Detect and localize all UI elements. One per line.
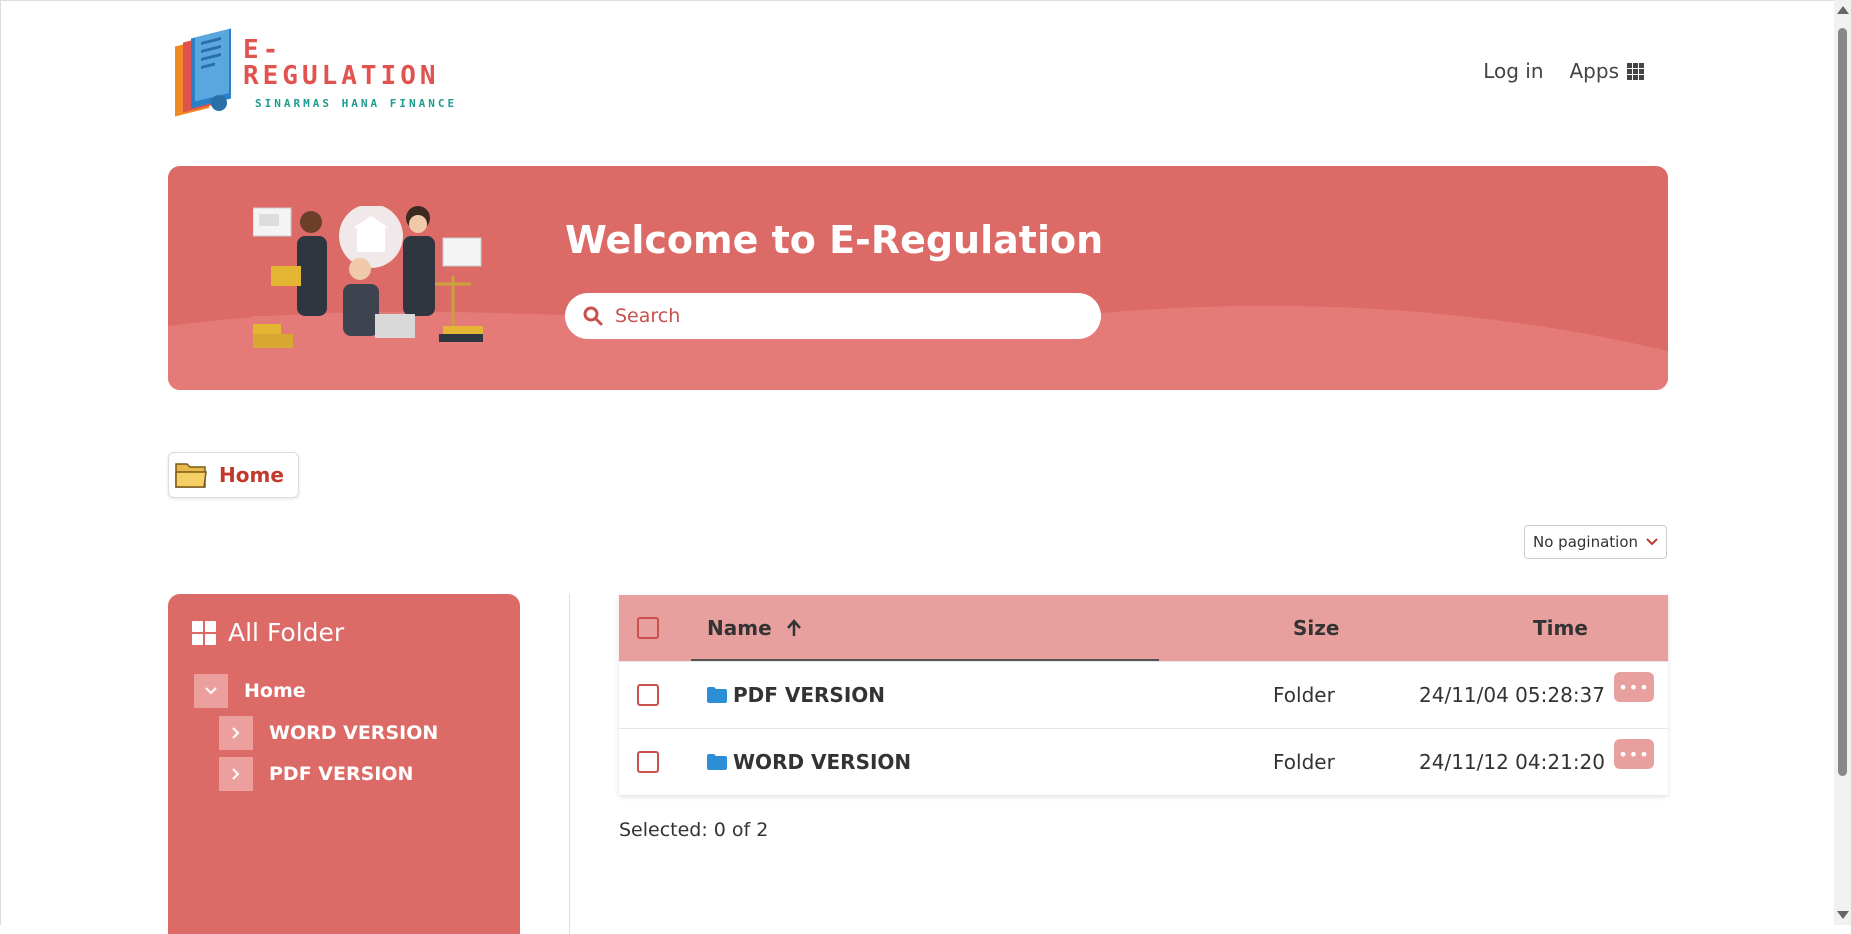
top-nav: Log in Apps bbox=[1483, 59, 1644, 83]
logo-subtitle: SINARMAS HANA FINANCE bbox=[255, 96, 458, 110]
windows-grid-icon bbox=[192, 620, 216, 645]
search-box[interactable] bbox=[565, 293, 1101, 339]
pagination-select[interactable]: No pagination bbox=[1524, 525, 1667, 559]
apps-menu[interactable]: Apps bbox=[1569, 59, 1644, 83]
pagination-value: No pagination bbox=[1533, 533, 1638, 551]
row-size: Folder bbox=[1273, 683, 1335, 707]
table-header: Name Size Time bbox=[619, 595, 1668, 661]
folder-open-icon bbox=[175, 463, 207, 488]
select-all-checkbox[interactable] bbox=[637, 617, 659, 639]
tree-item-label: PDF VERSION bbox=[269, 763, 414, 785]
folder-icon bbox=[707, 754, 727, 770]
row-time: 24/11/04 05:28:37 bbox=[1419, 683, 1606, 707]
scroll-up-arrow-icon[interactable] bbox=[1837, 6, 1849, 14]
logo-book-icon bbox=[173, 25, 237, 121]
breadcrumb-label: Home bbox=[219, 463, 284, 487]
search-input[interactable] bbox=[613, 304, 1077, 328]
chevron-right-icon[interactable] bbox=[219, 757, 253, 791]
row-name[interactable]: PDF VERSION bbox=[733, 683, 885, 707]
folder-sidebar: All Folder Home WORD VERSION PDF VERSION bbox=[168, 594, 520, 934]
more-options-button[interactable]: ••• bbox=[1614, 739, 1654, 769]
tree-item-pdf-version[interactable]: PDF VERSION bbox=[219, 757, 413, 791]
size-column-header[interactable]: Size bbox=[1293, 595, 1339, 661]
selection-count: Selected: 0 of 2 bbox=[619, 819, 769, 841]
folder-icon bbox=[707, 687, 727, 703]
search-icon bbox=[583, 306, 603, 326]
tree-item-home[interactable]: Home bbox=[194, 674, 306, 708]
chevron-down-icon bbox=[1646, 538, 1658, 546]
time-header-label: Time bbox=[1533, 616, 1588, 640]
arrow-up-icon bbox=[786, 619, 801, 636]
row-size: Folder bbox=[1273, 750, 1335, 774]
divider bbox=[569, 594, 570, 934]
sidebar-header: All Folder bbox=[192, 618, 344, 647]
tree-item-label: WORD VERSION bbox=[269, 722, 439, 744]
apps-label: Apps bbox=[1569, 59, 1620, 83]
banner-title: Welcome to E-Regulation bbox=[565, 218, 1104, 262]
legal-team-illustration bbox=[253, 206, 489, 356]
tree-item-label: Home bbox=[244, 680, 306, 702]
scroll-down-arrow-icon[interactable] bbox=[1837, 911, 1849, 919]
breadcrumb-home[interactable]: Home bbox=[168, 452, 299, 498]
table-row[interactable]: PDF VERSION Folder 24/11/04 05:28:37 ••• bbox=[619, 661, 1668, 728]
name-column-header[interactable]: Name bbox=[707, 595, 802, 661]
chevron-down-icon[interactable] bbox=[194, 674, 228, 708]
login-link[interactable]: Log in bbox=[1483, 59, 1543, 83]
name-header-label: Name bbox=[707, 616, 772, 640]
scroll-thumb[interactable] bbox=[1838, 28, 1847, 776]
row-name[interactable]: WORD VERSION bbox=[733, 750, 911, 774]
logo[interactable]: E-REGULATION SINARMAS HANA FINANCE bbox=[173, 23, 458, 123]
file-table: Name Size Time PDF VERSION Folder 24/11/… bbox=[619, 595, 1668, 795]
time-column-header[interactable]: Time bbox=[1533, 595, 1588, 661]
row-time: 24/11/12 04:21:20 bbox=[1419, 750, 1606, 774]
chevron-right-icon[interactable] bbox=[219, 716, 253, 750]
table-row[interactable]: WORD VERSION Folder 24/11/12 04:21:20 ••… bbox=[619, 728, 1668, 795]
more-options-button[interactable]: ••• bbox=[1614, 672, 1654, 702]
sidebar-title: All Folder bbox=[228, 618, 345, 647]
grid-icon bbox=[1627, 62, 1644, 80]
page: E-REGULATION SINARMAS HANA FINANCE Log i… bbox=[0, 0, 1834, 934]
size-header-label: Size bbox=[1293, 616, 1340, 640]
welcome-banner: Welcome to E-Regulation bbox=[168, 166, 1668, 390]
tree-item-word-version[interactable]: WORD VERSION bbox=[219, 716, 438, 750]
page-scrollbar[interactable] bbox=[1834, 0, 1851, 925]
row-checkbox[interactable] bbox=[637, 751, 659, 773]
logo-title: E-REGULATION bbox=[243, 34, 440, 91]
row-checkbox[interactable] bbox=[637, 684, 659, 706]
